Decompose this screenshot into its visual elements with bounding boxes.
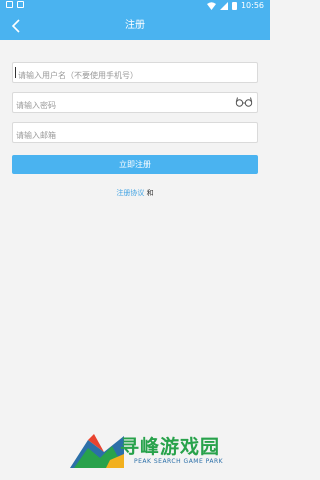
- username-input[interactable]: [13, 66, 221, 85]
- back-arrow-icon: [11, 19, 20, 33]
- show-password-icon[interactable]: [235, 96, 253, 108]
- watermark-cn-text: 寻峰游戏园: [120, 436, 221, 458]
- email-field[interactable]: [12, 122, 258, 145]
- agreement-line: 注册协议 和: [0, 188, 270, 198]
- agreement-and: 和: [146, 189, 154, 197]
- wifi-icon: [206, 2, 216, 10]
- watermark: 寻峰游戏园 PEAK SEARCH GAME PARK: [70, 430, 270, 472]
- username-field[interactable]: [12, 62, 258, 85]
- mountain-logo-icon: [70, 434, 124, 468]
- status-time: 10:56: [240, 1, 264, 10]
- battery-icon: [231, 2, 237, 10]
- status-bar: 10:56: [0, 0, 270, 12]
- back-button[interactable]: [6, 16, 26, 36]
- password-input[interactable]: [13, 96, 219, 115]
- agreement-link[interactable]: 注册协议: [116, 189, 144, 197]
- signal-icon: [219, 2, 228, 10]
- password-field[interactable]: [12, 92, 258, 115]
- sd-card-icon: [17, 1, 24, 8]
- email-input[interactable]: [13, 126, 219, 145]
- page-title: 注册: [125, 20, 145, 31]
- register-button[interactable]: 立即注册: [12, 155, 258, 174]
- sim-icon: [6, 1, 13, 8]
- text-caret: [15, 67, 16, 78]
- watermark-en-text: PEAK SEARCH GAME PARK: [134, 458, 224, 465]
- app-bar: 注册: [0, 12, 270, 40]
